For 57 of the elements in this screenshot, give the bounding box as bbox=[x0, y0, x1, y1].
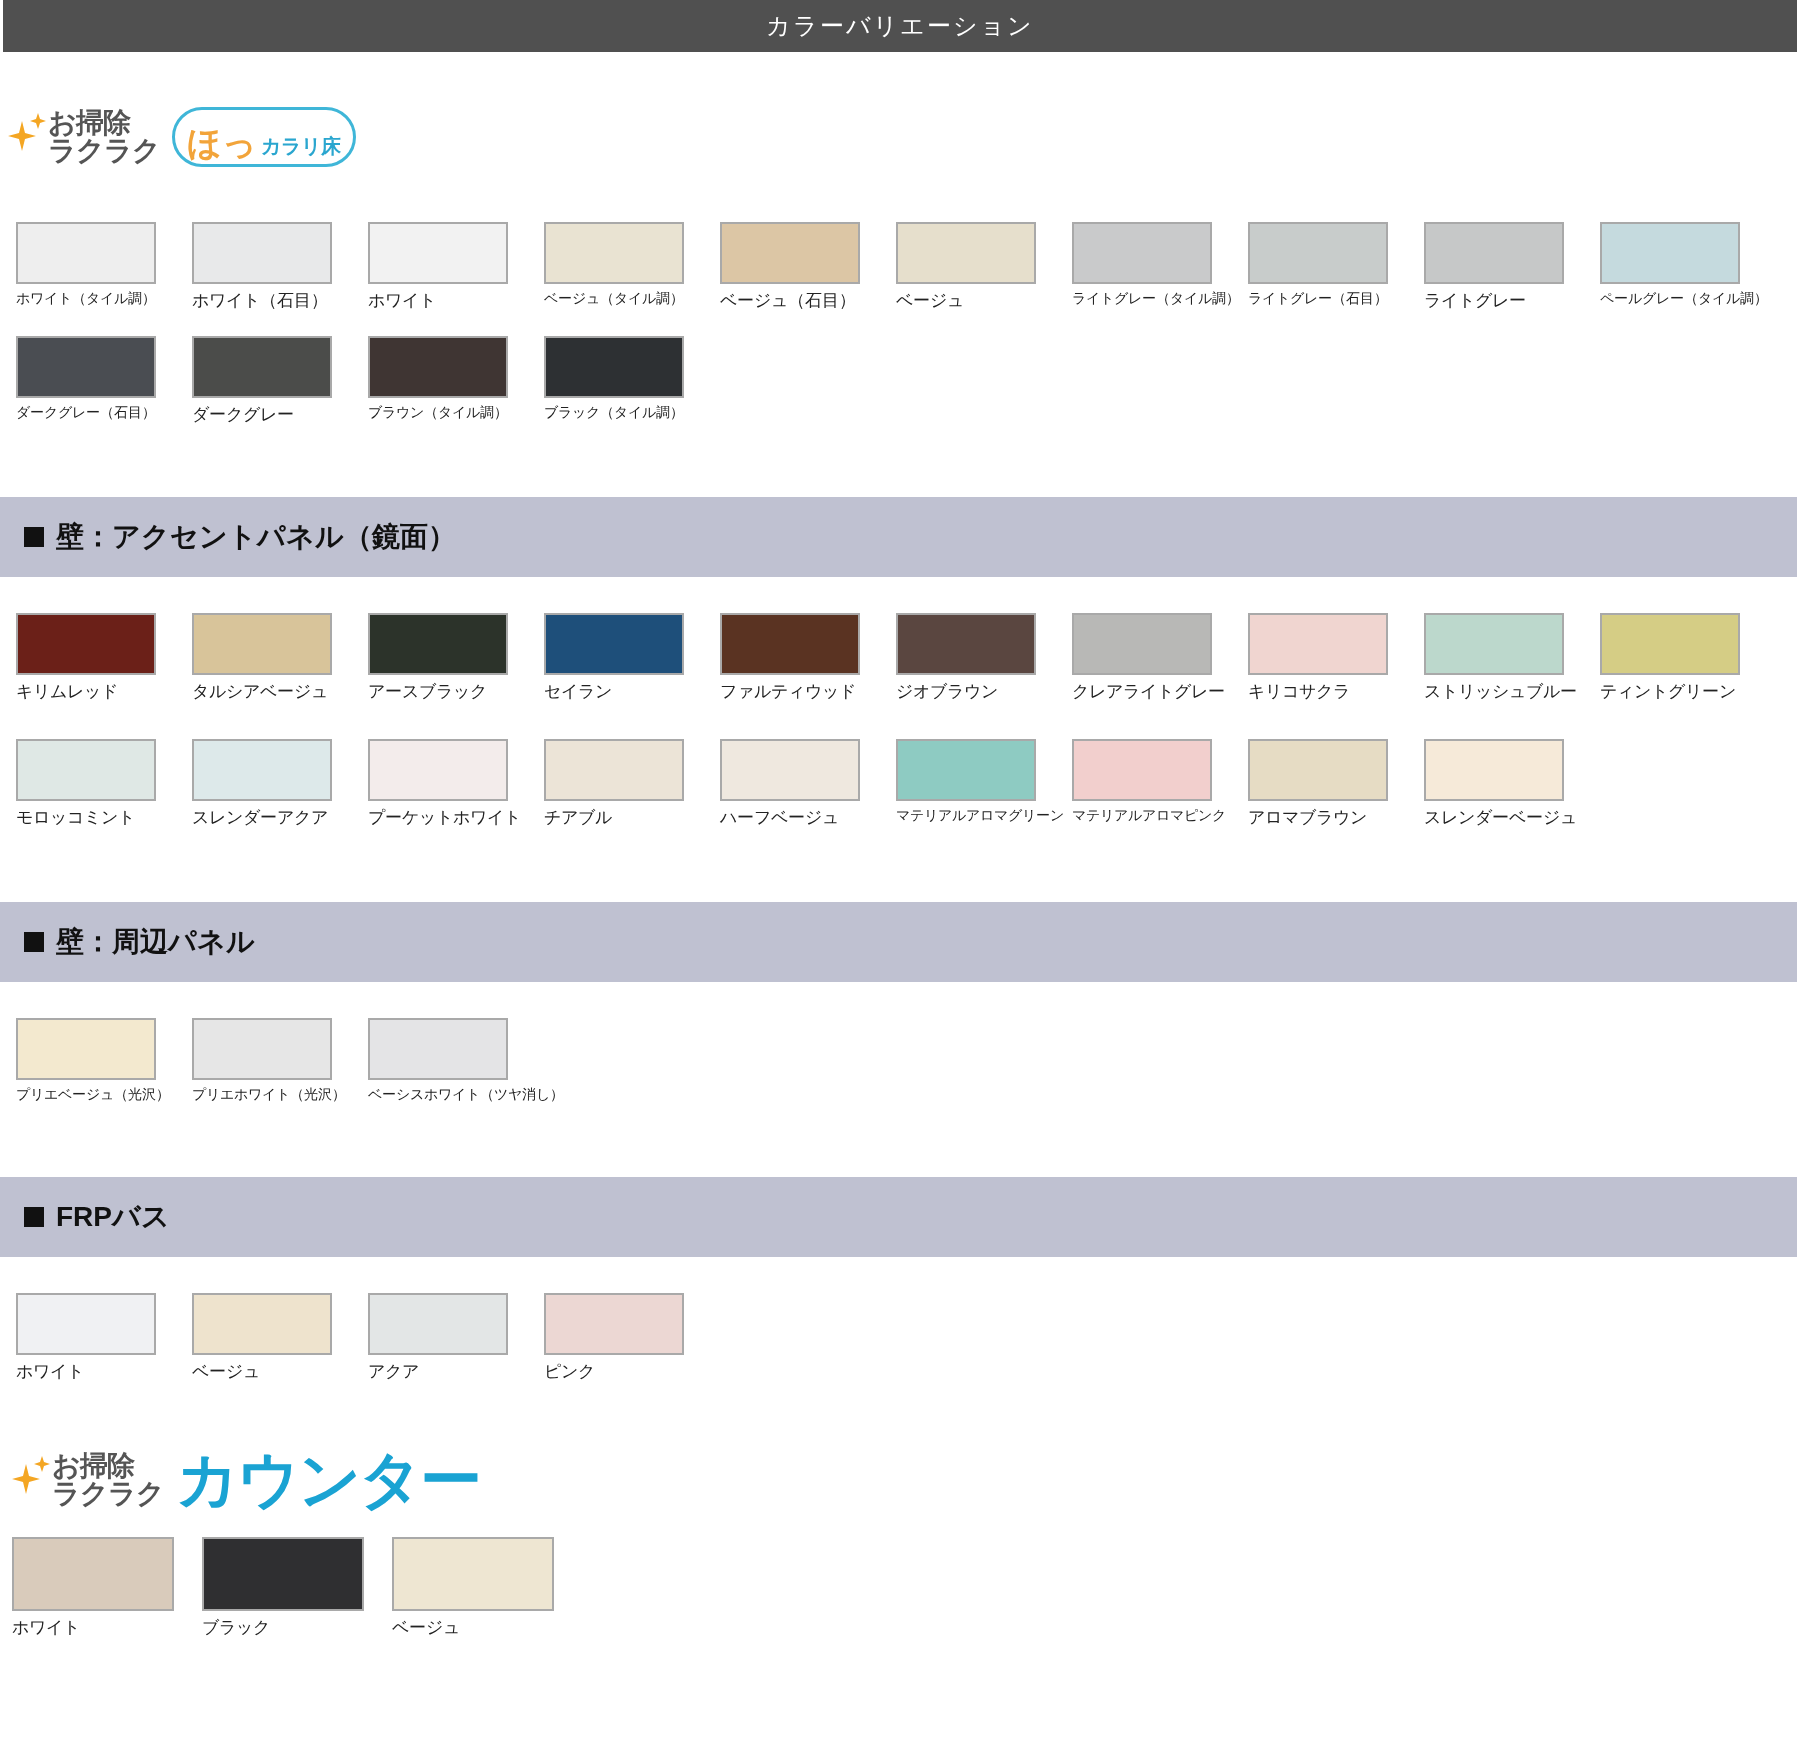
swatch-label: タルシアベージュ bbox=[192, 681, 328, 703]
logo-name: カウンター bbox=[176, 1448, 480, 1511]
swatch-label: ファルティウッド bbox=[720, 681, 856, 703]
swatch-label: ホワイト bbox=[12, 1616, 80, 1639]
swatch-label: プリエホワイト（光沢） bbox=[192, 1085, 346, 1104]
square-icon bbox=[24, 527, 44, 547]
square-icon bbox=[24, 932, 44, 952]
swatch-label: ブラック（タイル調） bbox=[544, 402, 684, 422]
square-icon bbox=[24, 1207, 44, 1227]
swatch-label: スレンダーベージュ bbox=[1424, 806, 1577, 829]
swatch-label: ストリッシュブルー bbox=[1424, 681, 1577, 703]
swatch-label: キリコサクラ bbox=[1248, 681, 1350, 703]
swatch-label: プーケットホワイト bbox=[368, 806, 521, 829]
swatch-label: ベージュ bbox=[192, 1361, 260, 1383]
logo-name-sub: カラリ床 bbox=[261, 136, 341, 156]
swatch-label: ブラック bbox=[202, 1616, 270, 1639]
section-heading: 壁：アクセントパネル（鏡面） bbox=[56, 520, 456, 554]
swatch-label: ライトグレー bbox=[1424, 290, 1526, 312]
swatch-label: スレンダーアクア bbox=[192, 806, 328, 829]
logo-tagline: お掃除 bbox=[52, 1451, 136, 1480]
swatch-label: ホワイト（タイル調） bbox=[16, 289, 156, 308]
swatch-label: クレアライトグレー bbox=[1072, 681, 1225, 703]
swatch-label: ホワイト bbox=[16, 1361, 84, 1383]
swatch-label: ダークグレー bbox=[192, 403, 294, 426]
swatch-label: アースブラック bbox=[368, 681, 487, 703]
section-heading: FRPバス bbox=[56, 1200, 170, 1234]
swatch-label: ベージュ bbox=[896, 290, 964, 312]
swatch-label: モロッコミント bbox=[16, 806, 135, 829]
swatch-label: ホワイト（石目） bbox=[192, 290, 328, 312]
swatch-label: ティントグリーン bbox=[1600, 681, 1736, 703]
swatch-label: ホワイト bbox=[368, 290, 436, 312]
section-heading: 壁：周辺パネル bbox=[56, 925, 255, 959]
swatch-label: チアブル bbox=[544, 806, 612, 829]
swatch-label: ベージュ（タイル調） bbox=[544, 289, 684, 308]
logo-name: ほっ bbox=[187, 126, 257, 160]
swatch-label: ブラウン（タイル調） bbox=[368, 402, 508, 422]
swatch-label: プリエベージュ（光沢） bbox=[16, 1085, 170, 1104]
swatch-label: ペールグレー（タイル調） bbox=[1600, 289, 1768, 308]
swatch-label: ピンク bbox=[544, 1361, 595, 1383]
swatch-label: アクア bbox=[368, 1361, 419, 1383]
swatch-label: ダークグレー（石目） bbox=[16, 402, 156, 422]
logo-tagline: ラクラク bbox=[48, 137, 160, 165]
swatch-label: セイラン bbox=[544, 681, 612, 703]
swatch-label: ベージュ（石目） bbox=[720, 290, 856, 312]
swatch-label: ベーシスホワイト（ツヤ消し） bbox=[368, 1085, 564, 1104]
swatch-label: ライトグレー（石目） bbox=[1248, 289, 1388, 308]
swatch-label: ベージュ bbox=[392, 1616, 460, 1639]
swatch-label: キリムレッド bbox=[16, 681, 118, 703]
logo-tagline: ラクラク bbox=[52, 1479, 164, 1508]
swatch-label: ライトグレー（タイル調） bbox=[1072, 289, 1240, 308]
swatch-label: ジオブラウン bbox=[896, 681, 998, 703]
logo-tagline: お掃除 bbox=[48, 109, 132, 137]
swatch-label: マテリアルアロマピンク bbox=[1072, 805, 1226, 825]
swatch-label: ハーフベージュ bbox=[720, 806, 839, 829]
window-title: カラーバリエーション bbox=[766, 11, 1034, 41]
swatch-label: マテリアルアロマグリーン bbox=[896, 805, 1064, 825]
swatch-label: アロマブラウン bbox=[1248, 806, 1367, 829]
